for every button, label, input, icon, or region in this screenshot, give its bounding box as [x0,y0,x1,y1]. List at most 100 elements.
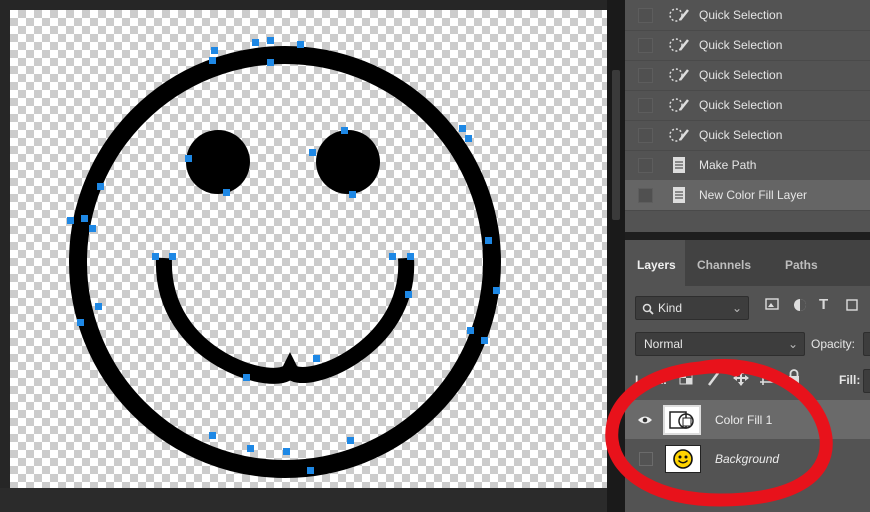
history-step[interactable]: Make Path [625,150,870,181]
layer-filter-value: Kind [658,301,683,315]
color-fill-thumbnail[interactable] [663,404,701,435]
anchor-point[interactable] [405,291,412,298]
history-step-label: New Color Fill Layer [699,188,808,202]
anchor-point[interactable] [465,135,472,142]
anchor-point[interactable] [267,37,274,44]
history-step-label: Quick Selection [699,8,783,22]
anchor-point[interactable] [209,57,216,64]
anchor-point[interactable] [297,41,304,48]
shape-filter-icon[interactable] [845,298,859,315]
anchor-point[interactable] [152,253,159,260]
anchor-point[interactable] [169,253,176,260]
chevron-down-icon: ⌄ [731,301,742,315]
canvas-top-bar [0,0,608,10]
tab-label: Layers [637,258,676,272]
anchor-point[interactable] [67,217,74,224]
face-outline [69,46,501,478]
smiley-thumbnail[interactable] [665,444,701,473]
history-step[interactable]: Quick Selection [625,120,870,151]
anchor-point[interactable] [349,191,356,198]
quick-selection-brush-icon [667,125,691,145]
opacity-input[interactable] [863,332,870,356]
anchor-point[interactable] [459,125,466,132]
right-eye [316,130,380,194]
history-snapshot-checkbox[interactable] [638,97,653,113]
anchor-point[interactable] [243,374,250,381]
tab-layers[interactable]: Layers [625,240,685,286]
fill-input[interactable] [863,369,870,393]
type-filter-icon[interactable]: T [819,296,828,313]
history-step[interactable]: Quick Selection [625,0,870,31]
history-snapshot-checkbox[interactable] [638,127,653,143]
anchor-point[interactable] [485,237,492,244]
lock-label: Lock: [635,373,668,387]
anchor-point[interactable] [389,253,396,260]
history-snapshot-checkbox[interactable] [638,37,653,53]
canvas-left-edge [0,10,10,488]
history-step-label: Quick Selection [699,128,783,142]
tab-channels[interactable]: Channels [697,240,767,286]
anchor-point[interactable] [247,445,254,452]
anchor-point[interactable] [209,432,216,439]
history-step[interactable]: Quick Selection [625,60,870,91]
adjustment-filter-icon[interactable] [793,298,807,315]
anchor-point[interactable] [267,59,274,66]
anchor-point[interactable] [81,215,88,222]
lock-artboard-icon[interactable] [759,370,775,391]
history-panel: Quick Selection Quick Selection Quick Se… [625,0,870,232]
panel-scrollbar[interactable] [612,70,620,220]
lock-all-padlock-icon[interactable] [787,369,801,390]
history-step-selected[interactable]: New Color Fill Layer [625,180,870,211]
anchor-point[interactable] [97,183,104,190]
layer-name[interactable]: Color Fill 1 [715,413,772,427]
tab-paths[interactable]: Paths [785,240,835,286]
anchor-point[interactable] [347,437,354,444]
anchor-point[interactable] [252,39,259,46]
history-step[interactable]: Quick Selection [625,30,870,61]
search-icon [642,297,654,319]
anchor-point[interactable] [481,337,488,344]
anchor-point[interactable] [185,155,192,162]
anchor-point[interactable] [77,319,84,326]
opacity-label: Opacity: [811,337,856,351]
anchor-point[interactable] [341,127,348,134]
anchor-point[interactable] [223,189,230,196]
lock-transparent-pixels-icon[interactable] [679,371,693,390]
anchor-point[interactable] [211,47,218,54]
layer-row-color-fill[interactable]: Color Fill 1 [625,400,870,439]
anchor-point[interactable] [467,327,474,334]
left-eye [186,130,250,194]
quick-selection-brush-icon [667,5,691,25]
document-icon [667,185,691,205]
lock-image-pixels-brush-icon[interactable] [707,371,721,392]
history-snapshot-checkbox[interactable] [638,157,653,173]
eye-icon[interactable] [635,410,655,430]
tab-label: Paths [785,258,818,272]
lock-position-move-icon[interactable] [733,370,749,391]
tab-label: Channels [697,258,752,272]
image-filter-icon[interactable] [765,298,779,313]
blend-mode-select[interactable]: Normal ⌄ [635,332,805,356]
anchor-point[interactable] [283,448,290,455]
anchor-point[interactable] [407,253,414,260]
layer-name[interactable]: Background [715,452,779,466]
layer-filter-select[interactable]: Kind ⌄ [635,296,749,320]
visibility-toggle-box[interactable] [639,451,653,466]
history-step[interactable]: Quick Selection [625,90,870,121]
anchor-point[interactable] [313,355,320,362]
history-step-label: Quick Selection [699,38,783,52]
history-snapshot-checkbox[interactable] [638,67,653,83]
anchor-point[interactable] [493,287,500,294]
history-snapshot-checkbox[interactable] [638,7,653,23]
document-canvas[interactable] [10,10,607,488]
anchor-point[interactable] [95,303,102,310]
history-step-label: Quick Selection [699,98,783,112]
layer-row-background[interactable]: Background [625,439,870,478]
anchor-point[interactable] [89,225,96,232]
quick-selection-brush-icon [667,95,691,115]
smiley-artwork [67,37,501,478]
history-snapshot-checkbox[interactable] [638,187,653,203]
anchor-point[interactable] [307,467,314,474]
blend-mode-value: Normal [644,337,683,351]
anchor-point[interactable] [309,149,316,156]
